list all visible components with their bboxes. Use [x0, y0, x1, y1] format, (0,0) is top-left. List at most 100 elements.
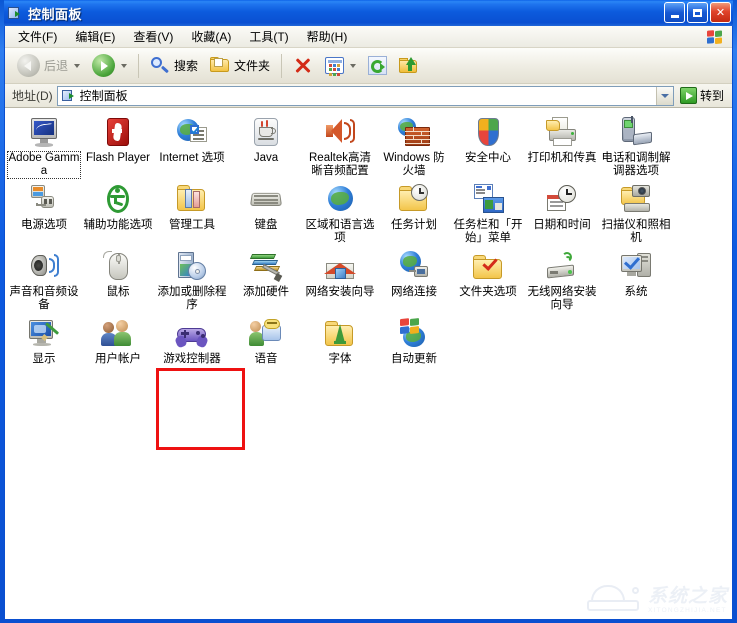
- windows-flag-icon: [702, 27, 728, 47]
- phone-and-modem-icon: [619, 116, 653, 150]
- cp-item-display[interactable]: 显示: [7, 314, 81, 368]
- content-area[interactable]: Adobe Gamma Flash Player Internet 选项 Java Re…: [5, 108, 732, 619]
- client-area: 文件(F) 编辑(E) 查看(V) 收藏(A) 工具(T) 帮助(H) 后退 搜…: [4, 26, 733, 619]
- cp-item-keyboard[interactable]: 键盘: [229, 180, 303, 247]
- cp-item-fonts[interactable]: 字体: [303, 314, 377, 368]
- close-button[interactable]: ✕: [710, 2, 731, 23]
- cp-item-phone-and-modem[interactable]: 电话和调制解调器选项: [599, 113, 673, 180]
- scanners-cameras-icon: [619, 183, 653, 217]
- address-bar: 地址(D) 控制面板 转到: [5, 84, 732, 108]
- cp-item-wireless-network-wizard[interactable]: 无线网络安装向导: [525, 247, 599, 314]
- scheduled-tasks-icon: [397, 183, 431, 217]
- cp-item-regional-language[interactable]: 区域和语言选项: [303, 180, 377, 247]
- search-button[interactable]: 搜索: [144, 51, 204, 81]
- cp-item-label: 辅助功能选项: [83, 219, 153, 231]
- cp-item-accessibility-options[interactable]: 辅助功能选项: [81, 180, 155, 247]
- cp-item-label: 无线网络安装向导: [527, 286, 597, 311]
- system-icon: [619, 250, 653, 284]
- go-button[interactable]: 转到: [678, 87, 729, 104]
- search-label: 搜索: [174, 59, 199, 73]
- cp-item-automatic-updates[interactable]: 自动更新: [377, 314, 451, 368]
- folders-label: 文件夹: [234, 59, 271, 73]
- cp-item-label: 系统: [624, 286, 648, 298]
- control-panel-window: 控制面板 ✕ 文件(F) 编辑(E) 查看(V) 收藏(A) 工具(T) 帮助(…: [0, 0, 737, 623]
- cp-item-taskbar-start-menu[interactable]: 任务栏和「开始」菜单: [451, 180, 525, 247]
- cp-item-network-connections[interactable]: 网络连接: [377, 247, 451, 314]
- mouse-icon: [101, 250, 135, 284]
- title-bar: 控制面板 ✕: [4, 0, 733, 26]
- cp-item-windows-firewall[interactable]: Windows 防火墙: [377, 113, 451, 180]
- search-icon: [150, 56, 170, 76]
- cp-item-scanners-cameras[interactable]: 扫描仪和照相机: [599, 180, 673, 247]
- views-icon: [325, 57, 345, 76]
- cp-item-scheduled-tasks[interactable]: 任务计划: [377, 180, 451, 247]
- cp-item-power-options[interactable]: 电源选项: [7, 180, 81, 247]
- cp-item-java[interactable]: Java: [229, 113, 303, 180]
- toolbar: 后退 搜索 文件夹: [5, 48, 732, 84]
- administrative-tools-icon: [175, 183, 209, 217]
- cp-item-label: 字体: [328, 353, 352, 365]
- maximize-button[interactable]: [687, 2, 708, 23]
- cp-item-user-accounts[interactable]: 用户帐户: [81, 314, 155, 368]
- cp-item-label: Adobe Gamma: [7, 151, 81, 179]
- forward-dropdown-icon[interactable]: [121, 63, 128, 68]
- cp-item-label: Internet 选项: [159, 152, 225, 164]
- refresh-button[interactable]: [362, 51, 393, 81]
- folders-button[interactable]: 文件夹: [204, 51, 276, 81]
- cp-item-label: 电话和调制解调器选项: [601, 152, 671, 177]
- network-connections-icon: [397, 250, 431, 284]
- go-label: 转到: [699, 89, 724, 103]
- cp-item-label: 网络安装向导: [305, 286, 375, 298]
- cp-item-network-setup-wizard[interactable]: 网络安装向导: [303, 247, 377, 314]
- menu-file[interactable]: 文件(F): [9, 26, 66, 47]
- watermark-text-cn: 系统之家: [647, 585, 728, 607]
- move-to-folder-button[interactable]: [393, 51, 425, 81]
- cp-item-realtek-audio[interactable]: Realtek高清晰音频配置: [303, 113, 377, 180]
- security-center-icon: [471, 116, 505, 150]
- cp-item-label: 声音和音频设备: [9, 286, 79, 311]
- cp-item-add-remove-programs[interactable]: 添加或删除程序: [155, 247, 229, 314]
- cp-item-label: 显示: [32, 353, 56, 365]
- window-title: 控制面板: [28, 6, 83, 22]
- cp-item-folder-options[interactable]: 文件夹选项: [451, 247, 525, 314]
- forward-button[interactable]: [86, 51, 133, 81]
- printers-and-faxes-icon: [545, 116, 579, 150]
- menu-view[interactable]: 查看(V): [124, 26, 182, 47]
- wireless-network-wizard-icon: [545, 250, 579, 284]
- delete-button[interactable]: [287, 51, 319, 81]
- cp-item-sounds-audio-devices[interactable]: 声音和音频设备: [7, 247, 81, 314]
- cp-item-label: 网络连接: [391, 286, 437, 298]
- cp-item-administrative-tools[interactable]: 管理工具: [155, 180, 229, 247]
- cp-item-speech[interactable]: 语音: [229, 314, 303, 368]
- address-input[interactable]: 控制面板: [56, 85, 674, 106]
- menu-tools[interactable]: 工具(T): [240, 26, 297, 47]
- cp-item-internet-options[interactable]: Internet 选项: [155, 113, 229, 180]
- cp-item-security-center[interactable]: 安全中心: [451, 113, 525, 180]
- menu-favorites[interactable]: 收藏(A): [182, 26, 240, 47]
- cp-item-label: 自动更新: [391, 353, 437, 365]
- views-dropdown-icon[interactable]: [350, 63, 357, 68]
- cp-item-add-hardware[interactable]: 添加硬件: [229, 247, 303, 314]
- cp-item-label: 用户帐户: [95, 353, 141, 365]
- fonts-icon: [323, 317, 357, 351]
- back-dropdown-icon[interactable]: [74, 63, 81, 68]
- cp-item-adobe-gamma[interactable]: Adobe Gamma: [7, 113, 81, 180]
- cp-item-system[interactable]: 系统: [599, 247, 673, 314]
- minimize-button[interactable]: [664, 2, 685, 23]
- cp-item-date-and-time[interactable]: 日期和时间: [525, 180, 599, 247]
- control-panel-icon: [7, 5, 23, 21]
- menu-edit[interactable]: 编辑(E): [66, 26, 124, 47]
- menu-help[interactable]: 帮助(H): [298, 26, 357, 47]
- address-dropdown-button[interactable]: [655, 86, 673, 105]
- cp-item-game-controllers[interactable]: 游戏控制器: [155, 314, 229, 368]
- back-button[interactable]: 后退: [11, 51, 86, 81]
- cp-item-mouse[interactable]: 鼠标: [81, 247, 155, 314]
- views-button[interactable]: [319, 51, 362, 81]
- cp-item-flash-player[interactable]: Flash Player: [81, 113, 155, 180]
- cp-item-label: 电源选项: [21, 219, 67, 231]
- menu-bar: 文件(F) 编辑(E) 查看(V) 收藏(A) 工具(T) 帮助(H): [5, 26, 732, 48]
- cp-item-printers-and-faxes[interactable]: 打印机和传真: [525, 113, 599, 180]
- control-panel-small-icon: [61, 89, 76, 103]
- cp-item-label: 文件夹选项: [459, 286, 517, 298]
- cp-item-label: 打印机和传真: [527, 152, 597, 164]
